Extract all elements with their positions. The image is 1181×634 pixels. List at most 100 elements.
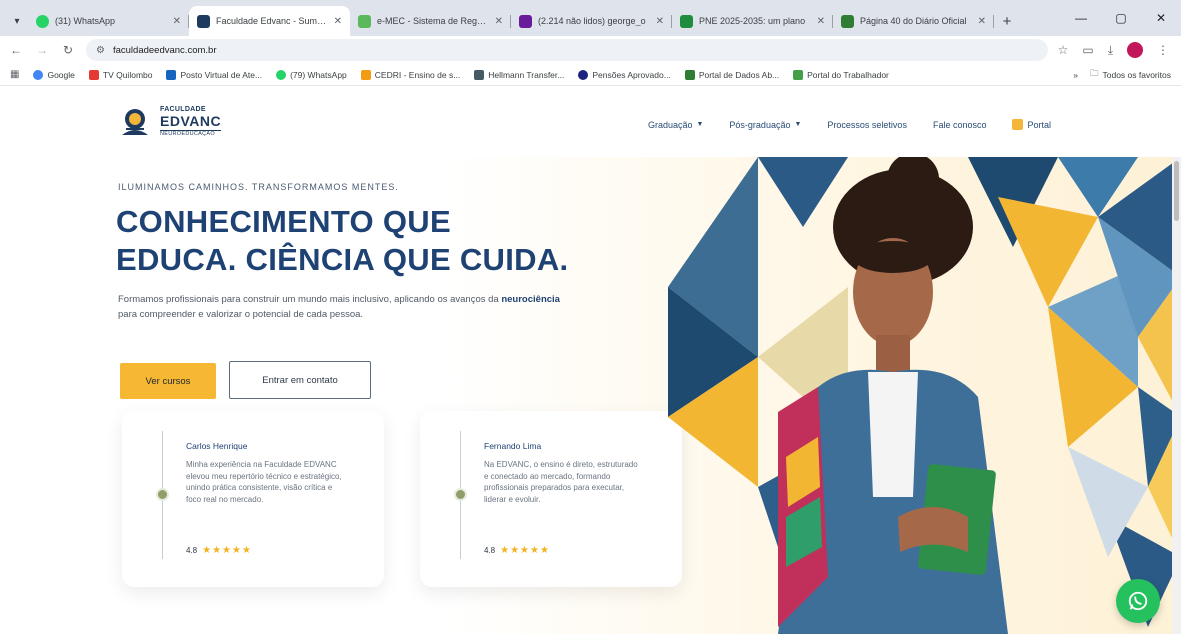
testimonial-name: Fernando Lima [484,441,542,451]
tab-diario[interactable]: Página 40 do Diário Oficial ✕ [833,6,994,36]
extensions-icon[interactable]: ▭ [1082,43,1093,57]
nav-label: Graduação [647,119,693,130]
hero-lede: Formamos profissionais para construir um… [118,292,568,322]
whatsapp-icon [1128,591,1148,611]
address-bar[interactable]: ⚙ faculdadeedvanc.com.br [86,39,1048,61]
bookmark-label: Hellmann Transfer... [488,69,565,80]
headline-line-2: EDUCA. CIÊNCIA QUE CUIDA. [116,242,569,277]
site-logo[interactable]: FACULDADE EDVANC NEUROEDUCAÇÃO [118,105,222,139]
minimize-icon[interactable]: — [1061,11,1101,25]
bookmark-label: (79) WhatsApp [290,69,347,80]
nav-processos-seletivos[interactable]: Processos seletivos [827,119,907,130]
download-icon[interactable]: ⤓ [1108,43,1113,58]
testimonial-rating: 4.8 ★★★★★ [186,545,252,556]
close-tab-icon[interactable]: ✕ [978,16,986,27]
bookmark-label: Portal de Dados Ab... [698,69,780,80]
close-tab-icon[interactable]: ✕ [495,16,503,27]
back-icon[interactable]: ← [8,43,24,57]
bookmark-portal-dados[interactable]: Portal de Dados Ab... [684,69,780,80]
hero-illustration [668,157,1181,634]
tab-pne[interactable]: PNE 2025-2035: um plano ✕ [672,6,833,36]
entrar-em-contato-button[interactable]: Entrar em contato [229,361,371,399]
diario-favicon-icon [841,14,854,28]
close-window-icon[interactable]: ✕ [1141,11,1181,25]
nav-graduacao[interactable]: Graduação ▼ [648,119,703,130]
new-tab-button[interactable]: + [994,6,1020,36]
logo-top-text: FACULDADE [160,106,206,114]
close-tab-icon[interactable]: ✕ [173,16,181,27]
emec-favicon-icon [358,14,371,28]
profile-avatar[interactable] [1127,42,1143,58]
bookmark-label: Google [47,69,75,80]
bookmark-star-icon[interactable]: ☆ [1058,43,1069,57]
bookmark-google[interactable]: Google [33,69,75,80]
bookmark-hellmann[interactable]: Hellmann Transfer... [474,69,565,80]
bookmark-portal-trabalhador[interactable]: Portal do Trabalhador [793,69,889,80]
nav-portal[interactable]: Portal [1012,119,1051,130]
hero-eyebrow: ILUMINAMOS CAMINHOS. TRANSFORMAMOS MENTE… [118,182,399,192]
page-scrollbar[interactable] [1172,157,1181,634]
tab-edvanc[interactable]: Faculdade Edvanc - Summer ✕ [189,6,350,36]
nav-label: Fale conosco [932,119,987,130]
url-text: faculdadeedvanc.com.br [112,44,217,56]
star-rating-icon: ★★★★★ [500,545,550,556]
bookmark-label: Pensões Aprovado... [592,69,671,80]
logo-wordmark: FACULDADE EDVANC NEUROEDUCAÇÃO [160,106,222,138]
edvanc-favicon-icon [197,14,210,28]
testimonial-quote: Minha experiência na Faculdade EDVANC el… [186,460,342,504]
lede-text-before: Formamos profissionais para construir um… [118,294,502,305]
tab-title: PNE 2025-2035: um plano [699,16,806,26]
bookmarks-bar: ▦ Google TV Quilombo Posto Virtual de At… [0,64,1181,86]
main-nav: Graduação ▼ Pós-graduação ▼ Processos sele… [648,119,1051,130]
menu-icon[interactable]: ⋮ [1157,43,1169,57]
restore-icon[interactable]: ▢ [1101,11,1141,25]
ver-cursos-button[interactable]: Ver cursos [120,363,216,399]
bookmark-cedri[interactable]: CEDRI - Ensino de s... [360,69,460,80]
nav-pos-graduacao[interactable]: Pós-graduação ▼ [729,119,801,130]
nav-fale-conosco[interactable]: Fale conosco [933,119,987,130]
timeline-node-icon [156,488,169,501]
tab-search-icon[interactable]: ▾ [6,6,28,36]
tab-title: (2.214 não lidos) george_o [538,16,646,26]
close-tab-icon[interactable]: ✕ [334,16,342,27]
whatsapp-favicon-icon [36,14,49,28]
portal-icon [1012,119,1024,130]
all-bookmarks-button[interactable]: 🗀 Todos os favoritos [1090,68,1171,82]
portal-trabalhador-icon [793,69,804,80]
rating-score: 4.8 [186,546,198,555]
forward-icon[interactable]: → [34,43,50,57]
whatsapp-icon [276,69,287,80]
reload-icon[interactable]: ↻ [60,43,76,57]
arrow-icon [166,69,177,80]
testimonial-card: Carlos Henrique Minha experiência na Fac… [122,411,384,587]
whatsapp-chat-button[interactable] [1116,579,1160,623]
nav-label: Pós-graduação [729,119,791,130]
bookmarks-overflow: » 🗀 Todos os favoritos [1073,68,1171,82]
hellmann-icon [474,69,485,80]
close-tab-icon[interactable]: ✕ [817,16,825,27]
logo-main-text: EDVANC [160,113,222,130]
testimonial-card: Fernando Lima Na EDVANC, o ensino é dire… [420,411,682,587]
scrollbar-thumb[interactable] [1174,161,1179,221]
close-tab-icon[interactable]: ✕ [656,16,664,27]
bookmark-whatsapp[interactable]: (79) WhatsApp [276,69,347,80]
bookmark-pensoes[interactable]: Pensões Aprovado... [578,69,671,80]
student-figure [778,157,1008,634]
tab-strip: ▾ (31) WhatsApp ✕ Faculdade Edvanc - Sum… [0,0,1181,36]
bookmark-tv-quilombo[interactable]: TV Quilombo [88,69,153,80]
apps-grid-icon[interactable]: ▦ [10,69,19,80]
bookmarks-more-button[interactable]: » [1073,70,1078,80]
bookmark-posto-virtual[interactable]: Posto Virtual de Ate... [166,69,262,80]
logo-crest-icon [122,109,148,135]
toolbar-actions: ☆ ▭ ⤓ ⋮ [1058,42,1173,58]
nav-label: Processos seletivos [827,119,907,130]
testimonial-name: Carlos Henrique [186,441,248,451]
chevron-down-icon: ▼ [696,121,704,128]
tab-emec[interactable]: e-MEC - Sistema de Regulaç ✕ [350,6,511,36]
tab-mail[interactable]: (2.214 não lidos) george_o ✕ [511,6,672,36]
tab-title: Faculdade Edvanc - Summer [216,16,328,26]
site-info-icon[interactable]: ⚙ [96,45,105,56]
tab-whatsapp[interactable]: (31) WhatsApp ✕ [28,6,189,36]
bookmark-label: TV Quilombo [102,69,153,80]
rating-score: 4.8 [484,546,496,555]
